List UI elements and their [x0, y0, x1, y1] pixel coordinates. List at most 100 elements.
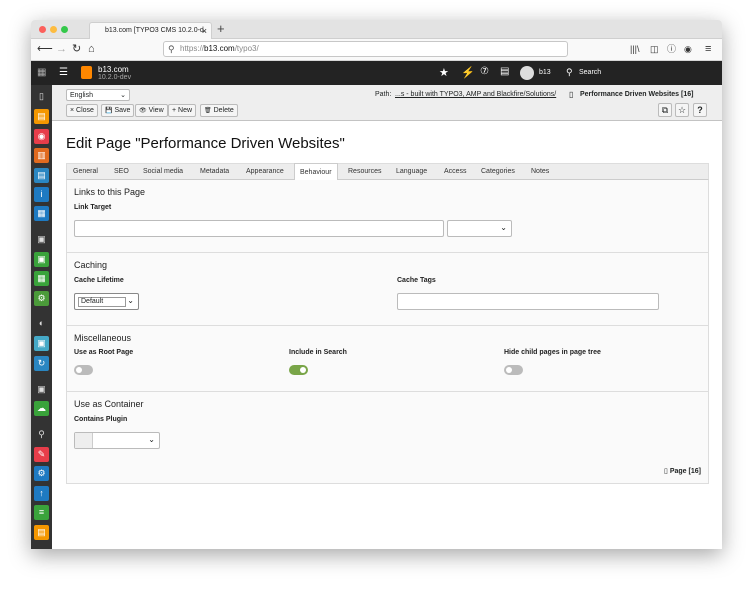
list-module-icon[interactable]: ▥ [34, 148, 49, 163]
reload-module-icon[interactable]: ↻ [34, 356, 49, 371]
bookmark-star-icon[interactable]: ★ [439, 66, 449, 79]
library-icon[interactable]: |||\ [630, 42, 640, 56]
help-icon[interactable]: ⑦ [480, 66, 489, 77]
minimize-window-button[interactable] [50, 26, 57, 33]
flash-icon[interactable]: ⚡ [461, 66, 475, 79]
view-module-icon[interactable]: ▤ [34, 109, 49, 124]
tab-access[interactable]: Access [444, 164, 467, 180]
maximize-window-button[interactable] [61, 26, 68, 33]
search-icon: ⚲ [168, 44, 175, 54]
info-module-icon[interactable]: i [34, 187, 49, 202]
close-label: Close [76, 107, 94, 114]
nav-bar: ⟵ → ↻ ⌂ ⚲ https://b13.com/typo3/ |||\ ◫ ⓘ… [31, 39, 722, 61]
external-link-icon: ⧉ [661, 105, 669, 115]
avatar[interactable] [520, 66, 534, 80]
link-target-input[interactable] [74, 220, 444, 237]
filelist-icon[interactable]: ▣ [34, 232, 49, 247]
breadcrumb[interactable]: ...s - built with TYPO3, AMP and Blackfi… [395, 91, 556, 98]
preview-module-icon[interactable]: ◉ [34, 129, 49, 144]
new-tab-button[interactable]: + [217, 21, 225, 36]
section-misc: Miscellaneous Use as Root Page Include i… [67, 326, 708, 392]
link-target-select[interactable]: ⌄ [447, 220, 512, 237]
close-window-button[interactable] [39, 26, 46, 33]
browser-tab[interactable]: b13.com [TYPO3 CMS 10.2.0-d × [89, 22, 212, 40]
close-icon[interactable]: × [202, 23, 207, 39]
tab-seo[interactable]: SEO [114, 164, 129, 180]
help-button[interactable]: ? [693, 103, 707, 117]
tab-categories[interactable]: Categories [481, 164, 515, 180]
home-icon[interactable]: ⌂ [88, 42, 95, 56]
tab-metadata[interactable]: Metadata [200, 164, 229, 180]
tab-notes[interactable]: Notes [531, 164, 549, 180]
new-button[interactable]: + New [168, 104, 197, 117]
user-module-icon[interactable]: ◐ [34, 316, 49, 331]
upgrade-module-icon[interactable]: ↑ [34, 486, 49, 501]
package-module-icon[interactable]: ▤ [34, 525, 49, 540]
language-select[interactable]: English ⌄ [66, 89, 130, 101]
page-tree-toggle-icon[interactable]: ☰ [59, 67, 68, 78]
site-name: b13.com [98, 65, 129, 74]
section-title: Links to this Page [74, 187, 146, 197]
tab-general[interactable]: General [73, 164, 98, 180]
menu-icon[interactable]: ≡ [705, 42, 711, 56]
toolbar-search-label[interactable]: Search [579, 69, 601, 76]
page-module-icon[interactable]: ▯ [34, 89, 49, 104]
maintenance-module-icon[interactable]: ✎ [34, 447, 49, 462]
reload-icon[interactable]: ↻ [72, 42, 81, 56]
module-menu-toggle-icon[interactable]: ▦ [37, 67, 46, 78]
pin-module-icon[interactable]: ⚲ [34, 427, 49, 442]
tab-social-media[interactable]: Social media [143, 164, 183, 180]
chevron-down-icon: ⌄ [500, 223, 507, 232]
delete-button[interactable]: 🗑 Delete [200, 104, 238, 117]
config-module-icon[interactable]: ⚙ [34, 466, 49, 481]
typo3-logo-icon[interactable] [81, 66, 92, 79]
tab-language[interactable]: Language [396, 164, 427, 180]
bookmark-button[interactable]: ☆ [675, 103, 689, 117]
view-button[interactable]: 👁 View [135, 104, 168, 117]
tab-panel-behaviour: Links to this Page Link Target ⌄ Caching… [66, 180, 709, 484]
system-info-icon[interactable]: ▤ [500, 66, 509, 77]
section-title: Use as Container [74, 399, 144, 409]
title-bar: b13.com [TYPO3 CMS 10.2.0-d × + [31, 20, 722, 40]
scheduler-module-icon[interactable]: ▦ [34, 271, 49, 286]
contains-plugin-select[interactable]: ⌄ [74, 432, 160, 449]
back-icon[interactable]: ⟵ [37, 42, 53, 56]
section-title: Caching [74, 260, 108, 270]
page-footer-label: Page [16] [669, 468, 701, 475]
close-button[interactable]: × Close [66, 104, 98, 117]
extension-icon[interactable]: ⓘ [667, 42, 676, 56]
open-new-window-button[interactable]: ⧉ [658, 103, 672, 117]
save-button[interactable]: 💾 Save [101, 104, 135, 117]
tab-appearance[interactable]: Appearance [246, 164, 284, 180]
cache-lifetime-label: Cache Lifetime [74, 277, 124, 284]
layout-module-icon[interactable]: ▦ [34, 206, 49, 221]
chevron-down-icon: ⌄ [127, 296, 134, 305]
tab-resources[interactable]: Resources [348, 164, 381, 180]
forward-icon[interactable]: → [56, 42, 67, 56]
cloud-module-icon[interactable]: ☁ [34, 401, 49, 416]
question-icon: ? [697, 105, 703, 115]
include-search-toggle[interactable] [289, 365, 308, 375]
reports-module-icon[interactable]: ≡ [34, 505, 49, 520]
user-name[interactable]: b13 [539, 69, 551, 76]
hide-child-pages-toggle[interactable] [504, 365, 523, 375]
chevron-down-icon: ⌄ [148, 435, 155, 444]
cache-tags-input[interactable] [397, 293, 659, 310]
image-module-icon[interactable]: ▣ [34, 382, 49, 397]
tab-behaviour[interactable]: Behaviour [294, 163, 338, 181]
url-bar[interactable]: ⚲ https://b13.com/typo3/ [163, 41, 568, 57]
cache-lifetime-select[interactable]: Default ⌄ [74, 293, 139, 310]
sidebar-icon[interactable]: ◫ [650, 42, 659, 56]
star-icon: ☆ [677, 105, 687, 115]
page-title: Edit Page "Performance Driven Websites" [66, 135, 345, 152]
settings-module-icon[interactable]: ⚙ [34, 291, 49, 306]
form-module-icon[interactable]: ▤ [34, 168, 49, 183]
save-label: Save [114, 107, 131, 114]
view-label: View [148, 107, 164, 114]
root-page-toggle[interactable] [74, 365, 93, 375]
media-module-icon[interactable]: ▣ [34, 252, 49, 267]
plugin-icon-placeholder [75, 433, 93, 448]
check-module-icon[interactable]: ▣ [34, 336, 49, 351]
section-container: Use as Container Contains Plugin ⌄ [67, 392, 708, 484]
account-icon[interactable]: ◉ [684, 42, 692, 56]
